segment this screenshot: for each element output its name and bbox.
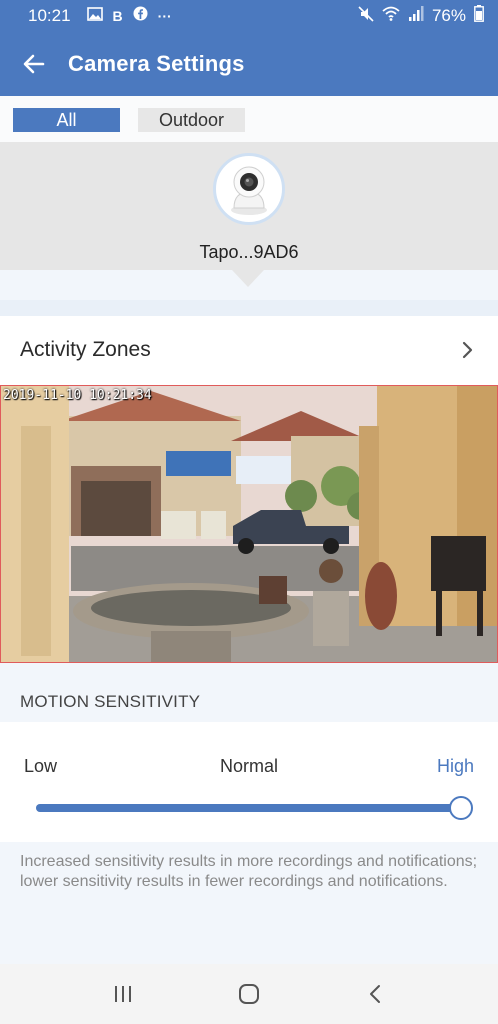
back-arrow-icon bbox=[23, 54, 45, 74]
sensitivity-labels: Low Normal High bbox=[24, 756, 474, 778]
signal-icon bbox=[408, 6, 424, 26]
tab-outdoor[interactable]: Outdoor bbox=[138, 108, 245, 132]
motion-sensitivity-header: MOTION SENSITIVITY bbox=[20, 692, 201, 711]
sensitivity-high-label[interactable]: High bbox=[437, 756, 474, 777]
chevron-left-icon bbox=[370, 985, 380, 1003]
battery-icon bbox=[474, 5, 484, 27]
filter-tabs: All Outdoor bbox=[0, 96, 498, 142]
sensitivity-slider-track[interactable] bbox=[36, 804, 461, 812]
camera-preview[interactable]: 2019-11-10 10:21:34 bbox=[0, 385, 498, 663]
home-button[interactable] bbox=[219, 964, 279, 1024]
system-back-button[interactable] bbox=[345, 964, 405, 1024]
page-title: Camera Settings bbox=[68, 51, 245, 76]
activity-zones-card: Activity Zones 2019-11-10 10:21:34 bbox=[0, 316, 498, 663]
status-time: 10:21 bbox=[28, 6, 71, 25]
camera-timestamp: 2019-11-10 10:21:34 bbox=[3, 388, 152, 403]
camera-device-icon bbox=[231, 166, 267, 215]
divider bbox=[0, 300, 498, 316]
home-icon bbox=[239, 984, 259, 1004]
recent-apps-icon bbox=[115, 986, 131, 1002]
activity-zones-row[interactable]: Activity Zones bbox=[0, 316, 498, 384]
app-bar: Camera Settings bbox=[0, 32, 498, 96]
system-nav-bar bbox=[0, 964, 498, 1024]
sensitivity-slider-fill bbox=[36, 804, 461, 812]
battery-percent: 76% bbox=[431, 6, 466, 25]
device-name: Tapo...9AD6 bbox=[199, 242, 299, 262]
chevron-right-icon bbox=[462, 341, 473, 359]
tab-all[interactable]: All bbox=[13, 108, 120, 132]
sensitivity-slider-thumb[interactable] bbox=[449, 796, 473, 820]
wifi-icon bbox=[382, 6, 400, 26]
recent-apps-button[interactable] bbox=[93, 964, 153, 1024]
selection-pointer bbox=[232, 270, 264, 287]
b-icon: B bbox=[112, 8, 123, 24]
more-icon: ··· bbox=[157, 8, 172, 24]
back-button[interactable] bbox=[0, 32, 68, 96]
sensitivity-card: Low Normal High bbox=[0, 722, 498, 842]
sensitivity-help-text: Increased sensitivity results in more re… bbox=[20, 853, 478, 890]
status-bar: 10:21 B ··· 76% bbox=[0, 0, 498, 32]
gallery-icon bbox=[86, 6, 103, 26]
camera-scene bbox=[1, 386, 497, 662]
activity-zones-label: Activity Zones bbox=[20, 338, 151, 361]
device-selector: Tapo...9AD6 bbox=[0, 142, 498, 270]
sensitivity-normal-label[interactable]: Normal bbox=[24, 756, 474, 777]
device-avatar[interactable] bbox=[213, 153, 285, 225]
mute-icon bbox=[358, 5, 374, 27]
facebook-icon bbox=[133, 6, 148, 26]
